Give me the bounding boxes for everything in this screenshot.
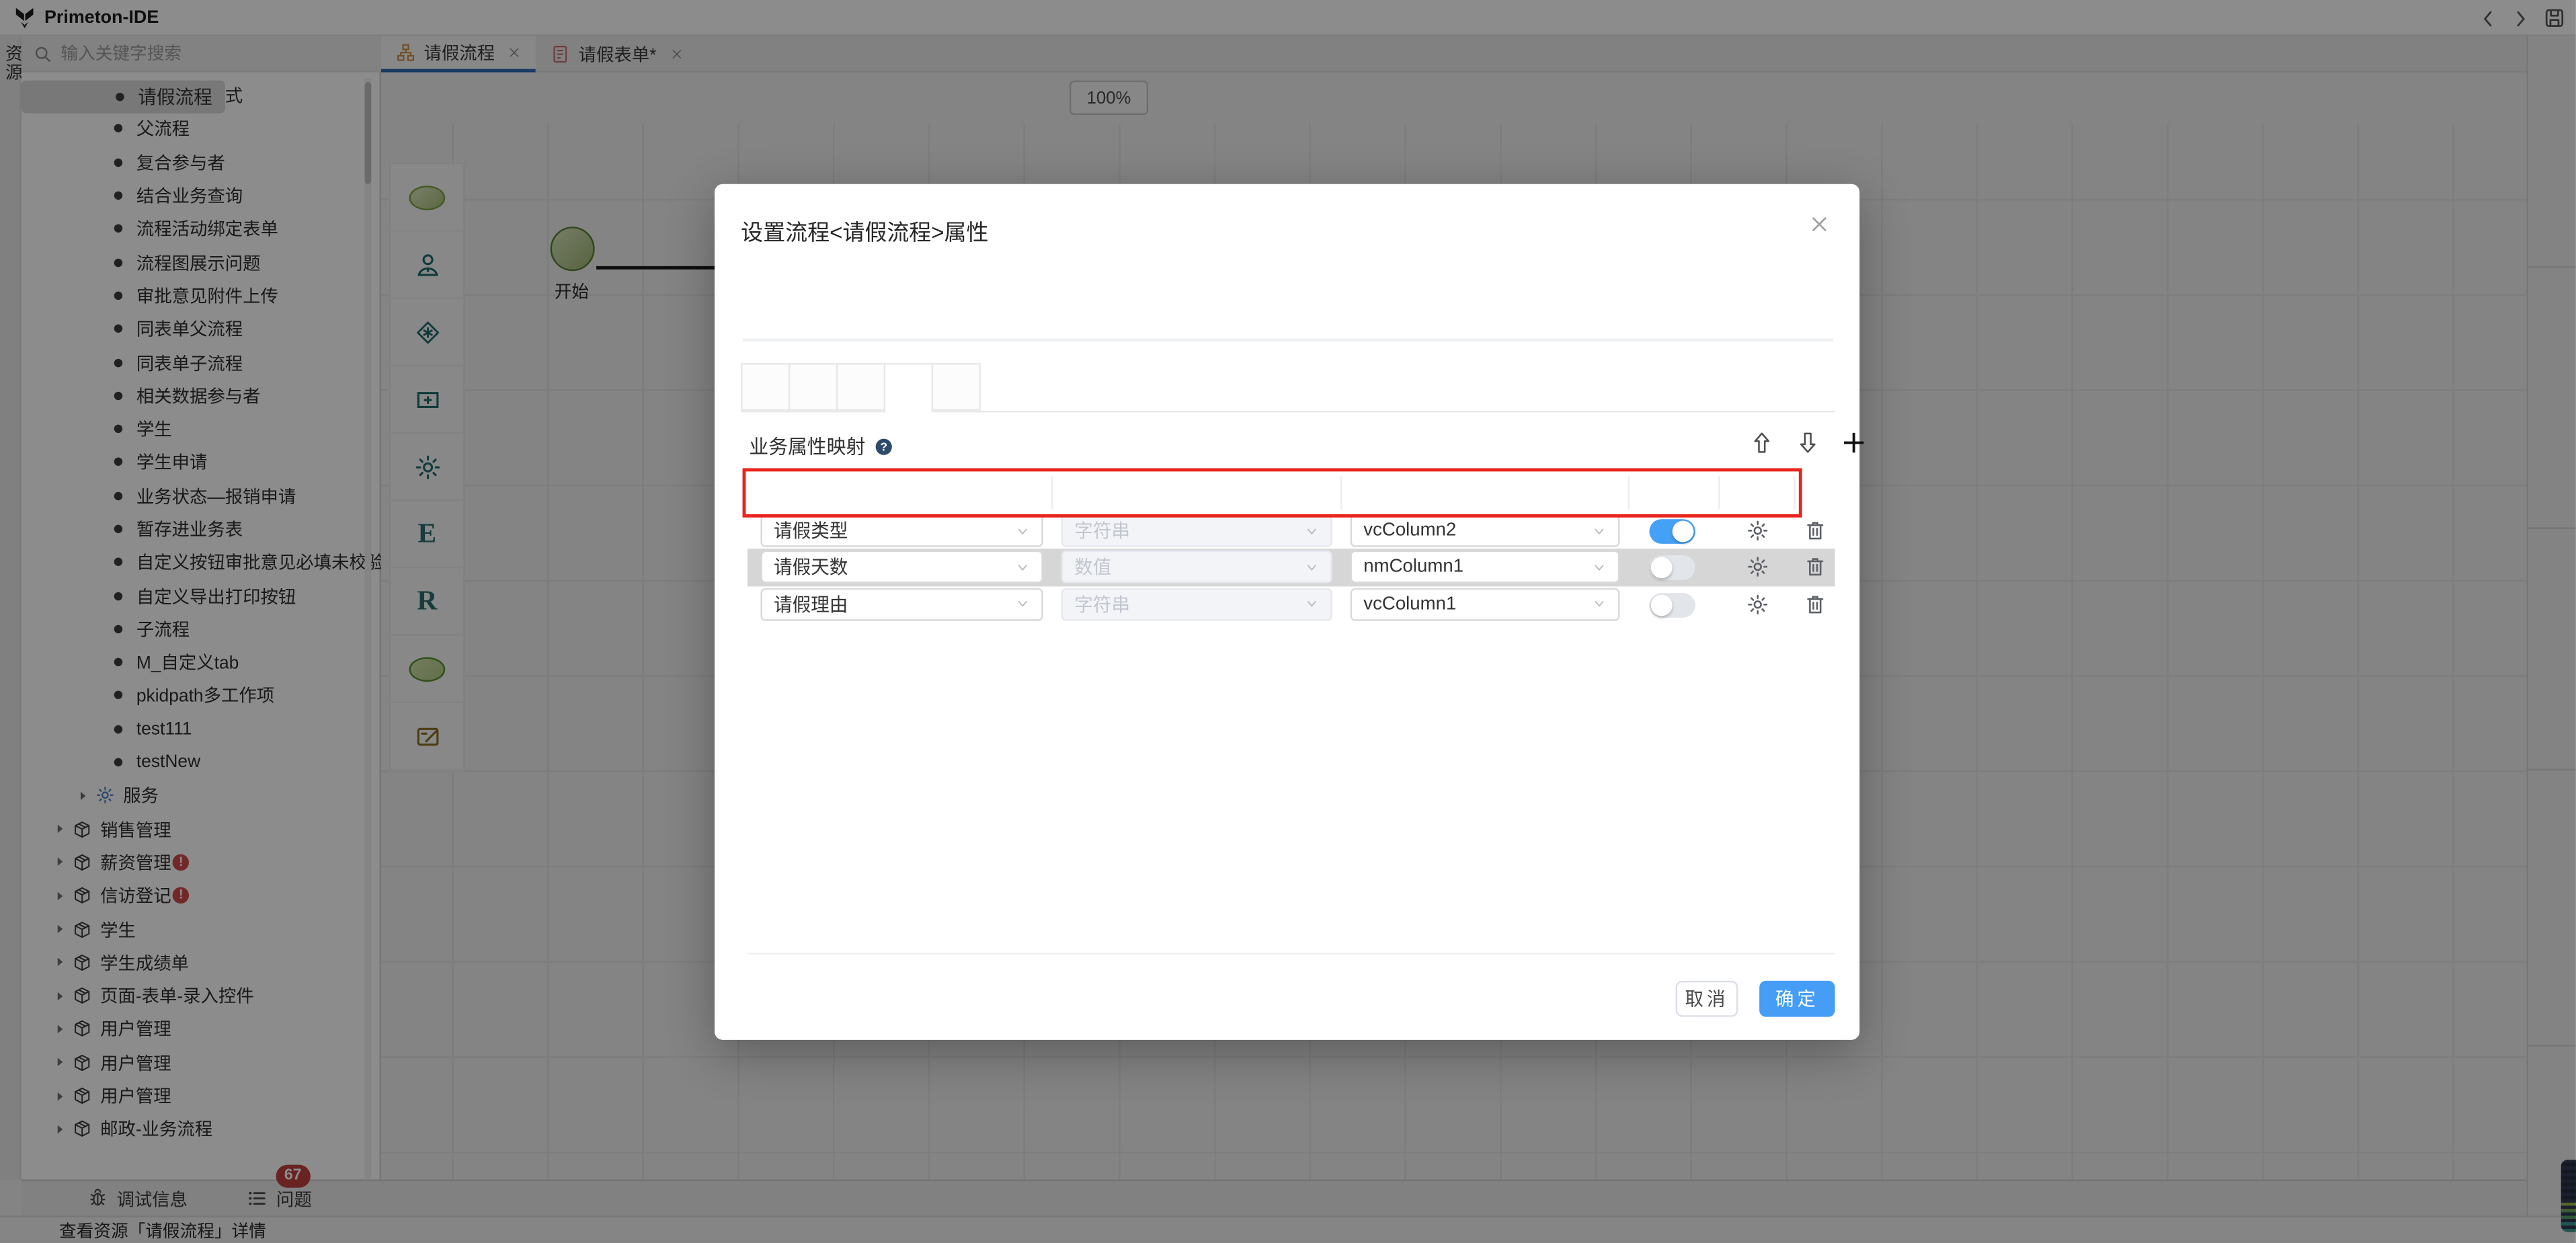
field-name-select[interactable]: 请假理由 bbox=[760, 588, 1043, 620]
dialog-subtab[interactable] bbox=[836, 363, 885, 411]
dialog-subtab[interactable] bbox=[741, 363, 790, 411]
column-field-value: vcColumn1 bbox=[1363, 594, 1456, 614]
field-type-select: 字符串 bbox=[1061, 514, 1332, 547]
field-type-select: 字符串 bbox=[1061, 588, 1332, 620]
dialog-subtab[interactable] bbox=[884, 363, 933, 412]
table-body: 请假类型 字符串 vcColumn2 bbox=[748, 512, 1835, 623]
dialog-title: 设置流程<请假流程>属性 bbox=[741, 214, 988, 247]
column-field-value: vcColumn2 bbox=[1363, 521, 1456, 540]
table-row: 请假理由 字符串 vcColumn1 bbox=[748, 586, 1835, 623]
column-field-select[interactable]: vcColumn2 bbox=[1351, 514, 1620, 547]
chevron-down-icon bbox=[1304, 523, 1319, 538]
property-mapping-table: 请假类型 字符串 vcColumn2 bbox=[748, 473, 1835, 955]
chevron-down-icon bbox=[1015, 523, 1030, 538]
help-icon[interactable] bbox=[874, 436, 893, 456]
add-row-icon[interactable] bbox=[1841, 430, 1866, 455]
table-actions bbox=[1750, 430, 1867, 455]
move-up-icon[interactable] bbox=[1750, 430, 1775, 455]
dialog-close-icon[interactable] bbox=[1809, 214, 1830, 235]
field-type-value: 数值 bbox=[1074, 554, 1111, 580]
section-header: 业务属性映射 bbox=[749, 432, 893, 460]
chevron-down-icon bbox=[1304, 597, 1319, 612]
column-field-select[interactable]: vcColumn1 bbox=[1351, 588, 1620, 620]
chevron-down-icon bbox=[1015, 560, 1030, 575]
cancel-button[interactable]: 取消 bbox=[1676, 981, 1738, 1017]
column-field-select[interactable]: nmColumn1 bbox=[1351, 551, 1620, 584]
row-delete-icon[interactable] bbox=[1804, 519, 1826, 542]
field-type-value: 字符串 bbox=[1074, 591, 1130, 617]
row-settings-icon[interactable] bbox=[1746, 593, 1769, 616]
field-type-value: 字符串 bbox=[1074, 518, 1130, 544]
table-row: 请假天数 数值 nmColumn1 bbox=[748, 549, 1835, 586]
row-delete-icon[interactable] bbox=[1804, 593, 1826, 616]
table-row: 请假类型 字符串 vcColumn2 bbox=[748, 512, 1835, 549]
column-field-value: nmColumn1 bbox=[1363, 557, 1463, 577]
query-condition-toggle[interactable] bbox=[1649, 556, 1695, 581]
field-name-value: 请假类型 bbox=[774, 518, 848, 544]
confirm-button[interactable]: 确定 bbox=[1759, 981, 1835, 1017]
row-settings-icon[interactable] bbox=[1746, 556, 1769, 579]
annotation-highlight-box bbox=[743, 468, 1802, 517]
field-name-value: 请假天数 bbox=[774, 554, 848, 580]
chevron-down-icon bbox=[1015, 597, 1030, 612]
dialog-subtab-bar bbox=[741, 363, 979, 412]
field-name-select[interactable]: 请假类型 bbox=[760, 514, 1043, 547]
field-name-select[interactable]: 请假天数 bbox=[760, 551, 1043, 584]
query-condition-toggle[interactable] bbox=[1649, 519, 1695, 544]
tab-divider bbox=[743, 338, 1834, 342]
chevron-down-icon bbox=[1592, 597, 1607, 612]
chevron-down-icon bbox=[1304, 560, 1319, 575]
flow-properties-dialog: 设置流程<请假流程>属性 业务属性映射 bbox=[715, 184, 1859, 1040]
row-delete-icon[interactable] bbox=[1804, 556, 1826, 579]
dialog-subtab[interactable] bbox=[789, 363, 838, 411]
chevron-down-icon bbox=[1592, 523, 1607, 538]
dialog-subtab[interactable] bbox=[932, 363, 981, 411]
field-name-value: 请假理由 bbox=[774, 591, 848, 617]
application-window: Primeton-IDE 资源 输入关键字搜索 分支聚合模式 bbox=[0, 0, 2576, 1243]
chevron-down-icon bbox=[1592, 560, 1607, 575]
move-down-icon[interactable] bbox=[1796, 430, 1820, 455]
field-type-select: 数值 bbox=[1061, 551, 1332, 584]
section-title: 业务属性映射 bbox=[749, 432, 865, 460]
row-settings-icon[interactable] bbox=[1746, 519, 1769, 542]
query-condition-toggle[interactable] bbox=[1649, 593, 1695, 618]
